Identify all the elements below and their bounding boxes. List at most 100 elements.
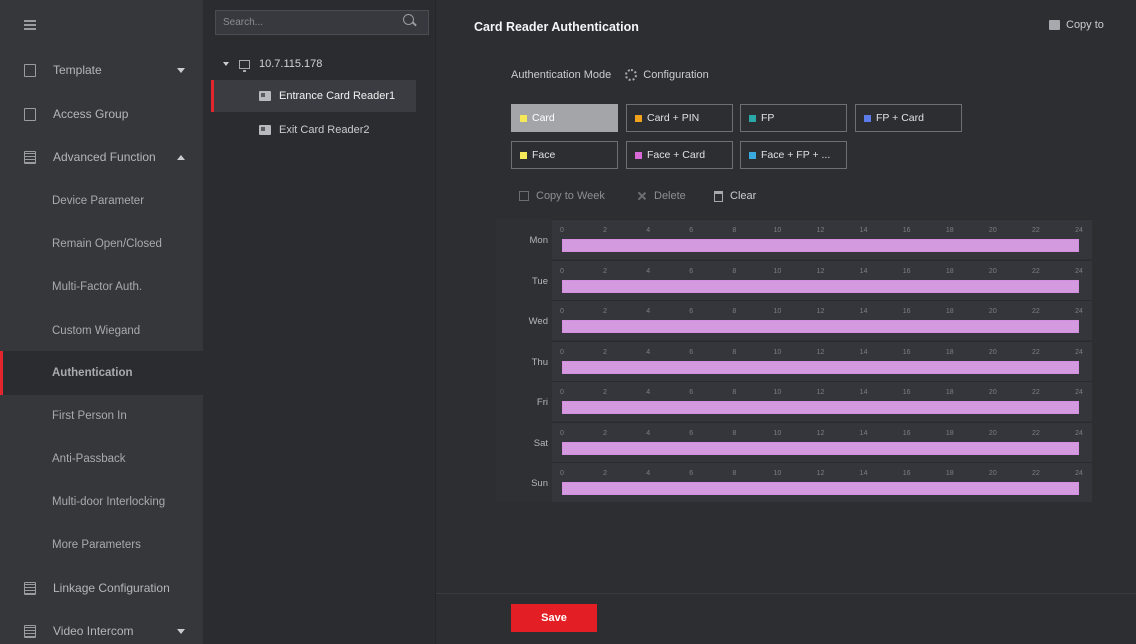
delete-button[interactable]: Delete [637, 190, 686, 202]
sidebar-item-device-parameter[interactable]: Device Parameter [0, 179, 203, 223]
hour-tick-label: 14 [859, 429, 868, 437]
hour-tick-label: 22 [1032, 429, 1040, 437]
schedule-row-mon[interactable]: Mon 0 2 4 6 8 10 12 14 16 18 20 22 24 [496, 219, 1092, 259]
hour-tick-label: 6 [689, 429, 694, 437]
sidebar-item-custom-wiegand[interactable]: Custom Wiegand [0, 309, 203, 353]
tree-node-entrance-card-reader[interactable]: Entrance Card Reader1 [211, 80, 416, 112]
hour-tick-label: 0 [560, 348, 564, 356]
chevron-down-icon [177, 67, 185, 73]
schedule-row-wed[interactable]: Wed 0 2 4 6 8 10 12 14 16 18 20 22 24 [496, 300, 1092, 340]
tree-node-exit-card-reader[interactable]: Exit Card Reader2 [211, 114, 416, 146]
hamburger-menu-icon[interactable] [24, 20, 36, 30]
hour-tick-label: 24 [1075, 227, 1083, 234]
sidebar-item-video-intercom[interactable]: Video Intercom [0, 609, 203, 644]
hour-tick-label: 4 [646, 389, 651, 396]
hour-tick-label: 12 [816, 389, 825, 396]
hour-tick-label: 24 [1075, 267, 1083, 275]
schedule-bar[interactable] [562, 279, 1079, 293]
mode-button-face-fp[interactable]: Face + FP + ... [740, 141, 847, 169]
trash-icon [714, 190, 723, 202]
sidebar-item-label: Remain Open/Closed [52, 238, 162, 250]
mode-swatch [520, 151, 527, 159]
schedule-bar[interactable] [562, 482, 1079, 495]
copy-to-week-button[interactable]: Copy to Week [519, 190, 605, 202]
card-reader-icon [259, 125, 271, 135]
hour-tick-label: 10 [773, 308, 782, 315]
hour-tick-label: 18 [945, 267, 954, 275]
hour-tick-label: 14 [859, 470, 868, 477]
sidebar-item-label: Access Group [53, 107, 129, 121]
mode-button-card-pin[interactable]: Card + PIN [626, 104, 733, 132]
sidebar-item-label: Video Intercom [53, 624, 134, 638]
hour-tick-label: 14 [859, 267, 868, 275]
hour-tick-label: 14 [859, 227, 868, 234]
sidebar-item-label: Linkage Configuration [53, 581, 170, 595]
hour-tick-label: 18 [945, 429, 954, 437]
copy-to-button[interactable]: Copy to [1049, 19, 1104, 31]
hour-ticks: 0 2 4 6 8 10 12 14 16 18 20 22 24 [560, 429, 1083, 439]
hour-tick-label: 8 [732, 348, 737, 356]
mode-label: Face + Card [647, 149, 706, 161]
sidebar-item-anti-passback[interactable]: Anti-Passback [0, 437, 203, 481]
tree-node-label: Exit Card Reader2 [279, 124, 370, 136]
mode-swatch [520, 114, 527, 122]
search-icon[interactable] [403, 14, 414, 25]
mode-label: Face + FP + ... [761, 149, 831, 161]
gear-icon[interactable] [625, 69, 638, 81]
schedule-row-tue[interactable]: Tue 0 2 4 6 8 10 12 14 16 18 20 22 24 [496, 259, 1092, 300]
sidebar: Template Access Group Advanced Function … [0, 0, 203, 644]
schedule-row-sat[interactable]: Sat 0 2 4 6 8 10 12 14 16 18 20 22 24 [496, 421, 1092, 462]
weekly-schedule[interactable]: Mon 0 2 4 6 8 10 12 14 16 18 20 22 24 Tue 0 2 4 6 8 10 12 14 16… [496, 219, 1092, 502]
clear-button[interactable]: Clear [714, 190, 756, 202]
day-label: Tue [531, 275, 548, 287]
schedule-bar[interactable] [562, 360, 1079, 374]
hour-tick-label: 16 [902, 267, 911, 275]
sidebar-item-remain-open-closed[interactable]: Remain Open/Closed [0, 222, 203, 266]
configuration-link[interactable]: Configuration [643, 69, 708, 81]
hour-tick-label: 6 [689, 308, 694, 315]
schedule-bar[interactable] [562, 320, 1079, 333]
sidebar-item-authentication[interactable]: Authentication [0, 351, 203, 395]
hour-tick-label: 2 [603, 308, 608, 315]
main-panel: Card Reader Authentication Copy to Authe… [435, 0, 1136, 644]
schedule-row-fri[interactable]: Fri 0 2 4 6 8 10 12 14 16 18 20 22 24 [496, 381, 1092, 421]
tree-root-device[interactable]: 10.7.115.178 [223, 58, 322, 72]
schedule-bar[interactable] [562, 441, 1079, 455]
day-label: Mon [529, 235, 548, 246]
schedule-bar[interactable] [562, 401, 1079, 414]
mode-button-fp-card[interactable]: FP + Card [855, 104, 962, 132]
day-label: Sat [533, 437, 548, 449]
sidebar-item-label: Authentication [52, 367, 133, 379]
mode-button-card[interactable]: Card [511, 104, 618, 132]
sidebar-item-multi-door-interlocking[interactable]: Multi-door Interlocking [0, 480, 203, 524]
mode-button-face[interactable]: Face [511, 141, 618, 169]
sidebar-item-advanced-function[interactable]: Advanced Function [0, 135, 203, 179]
mode-button-face-card[interactable]: Face + Card [626, 141, 733, 169]
sidebar-item-more-parameters[interactable]: More Parameters [0, 523, 203, 567]
hour-tick-label: 16 [902, 227, 911, 234]
sidebar-item-multi-factor-auth[interactable]: Multi-Factor Auth. [0, 265, 203, 309]
hour-tick-label: 6 [689, 470, 694, 477]
hour-tick-label: 10 [773, 429, 782, 437]
hour-ticks: 0 2 4 6 8 10 12 14 16 18 20 22 24 [560, 308, 1083, 317]
sidebar-item-access-group[interactable]: Access Group [0, 92, 203, 136]
hour-tick-label: 2 [603, 389, 608, 396]
search-input[interactable] [215, 10, 429, 35]
day-label: Thu [531, 356, 548, 368]
hour-tick-label: 4 [646, 308, 651, 315]
sidebar-item-template[interactable]: Template [0, 48, 203, 92]
expand-caret-icon[interactable] [223, 62, 229, 66]
schedule-bar[interactable] [562, 239, 1079, 252]
sidebar-item-first-person-in[interactable]: First Person In [0, 394, 203, 438]
mode-button-fp[interactable]: FP [740, 104, 847, 132]
hour-tick-label: 0 [560, 267, 564, 275]
hour-tick-label: 24 [1075, 470, 1083, 477]
chevron-down-icon [177, 628, 185, 634]
schedule-row-sun[interactable]: Sun 0 2 4 6 8 10 12 14 16 18 20 22 24 [496, 462, 1092, 502]
delete-label: Delete [654, 190, 686, 202]
schedule-row-thu[interactable]: Thu 0 2 4 6 8 10 12 14 16 18 20 22 24 [496, 340, 1092, 381]
save-button[interactable]: Save [511, 604, 597, 632]
hour-tick-label: 8 [732, 227, 737, 234]
sidebar-item-linkage-configuration[interactable]: Linkage Configuration [0, 566, 203, 610]
chevron-up-icon [177, 154, 185, 160]
